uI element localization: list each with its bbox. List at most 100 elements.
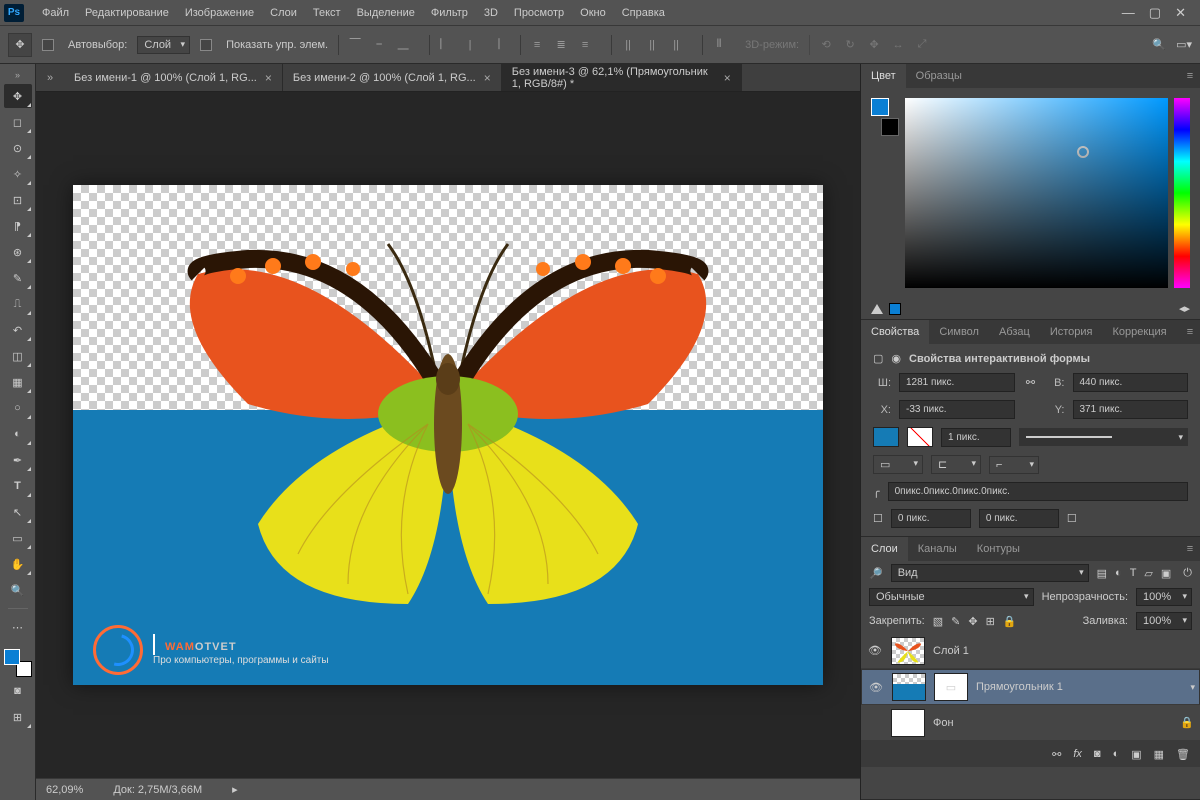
search-icon[interactable]: 🔍 bbox=[1152, 38, 1166, 51]
eraser-tool[interactable]: ◫ bbox=[4, 344, 32, 368]
move-tool[interactable]: ✥ bbox=[4, 84, 32, 108]
dist-bottom-icon[interactable]: ≡ bbox=[575, 35, 595, 55]
layer-mask-thumbnail[interactable]: ▭ bbox=[934, 673, 968, 701]
height-input[interactable]: 440 пикс. bbox=[1073, 373, 1189, 392]
brush-tool[interactable]: ✎ bbox=[4, 266, 32, 290]
autoselect-mode-select[interactable]: Слой bbox=[137, 36, 190, 54]
layer-mask-icon[interactable]: ◙ bbox=[1094, 748, 1101, 760]
rectangle-tool[interactable]: ▭ bbox=[4, 526, 32, 550]
new-layer-icon[interactable]: ▦ bbox=[1154, 748, 1164, 761]
link-wh-icon[interactable]: ⚯ bbox=[1023, 376, 1039, 389]
lasso-tool[interactable]: ⊙ bbox=[4, 136, 32, 160]
opacity-input[interactable]: 100% bbox=[1136, 588, 1192, 606]
status-doc[interactable]: Док: 2,75M/3,66M bbox=[113, 784, 202, 796]
close-tab-icon[interactable]: × bbox=[724, 71, 731, 85]
doc-tab-3[interactable]: Без имени-3 @ 62,1% (Прямоугольник 1, RG… bbox=[502, 64, 742, 91]
corner-link-icon[interactable]: ☐ bbox=[873, 512, 883, 525]
magic-wand-tool[interactable]: ✧ bbox=[4, 162, 32, 186]
panel-menu-icon[interactable]: ≡ bbox=[1180, 64, 1200, 88]
tab-paths[interactable]: Контуры bbox=[967, 537, 1030, 561]
canvas-area[interactable]: WAMOTVET Про компьютеры, программы и сай… bbox=[36, 92, 860, 778]
tab-paragraph[interactable]: Абзац bbox=[989, 320, 1040, 344]
link-layers-icon[interactable]: ⚯ bbox=[1052, 748, 1061, 761]
tab-character[interactable]: Символ bbox=[929, 320, 989, 344]
fill-input[interactable]: 100% bbox=[1136, 612, 1192, 630]
marquee-tool[interactable]: ◻ bbox=[4, 110, 32, 134]
align-vcenter-icon[interactable]: ⎯ bbox=[369, 35, 389, 55]
stroke-swatch[interactable] bbox=[907, 427, 933, 447]
menu-layers[interactable]: Слои bbox=[262, 0, 305, 26]
maximize-icon[interactable]: ▢ bbox=[1149, 5, 1161, 21]
menu-select[interactable]: Выделение bbox=[349, 0, 423, 26]
align-right-icon[interactable]: ⎹ bbox=[484, 35, 504, 55]
align-hcenter-icon[interactable]: | bbox=[460, 35, 480, 55]
layer-thumbnail[interactable] bbox=[891, 709, 925, 737]
filter-pixel-icon[interactable]: ▤ bbox=[1097, 567, 1107, 580]
filter-adjust-icon[interactable]: ◐ bbox=[1115, 567, 1122, 579]
path-select-tool[interactable]: ↖ bbox=[4, 500, 32, 524]
stroke-corners-select[interactable]: ⌐ bbox=[989, 456, 1039, 474]
align-top-icon[interactable]: ⎺ bbox=[345, 35, 365, 55]
menu-text[interactable]: Текст bbox=[305, 0, 349, 26]
canvas[interactable]: WAMOTVET Про компьютеры, программы и сай… bbox=[73, 185, 823, 685]
menu-view[interactable]: Просмотр bbox=[506, 0, 572, 26]
zoom-tool[interactable]: 🔍 bbox=[4, 578, 32, 602]
dist-top-icon[interactable]: ≡ bbox=[527, 35, 547, 55]
auto-align-icon[interactable]: ⫴ bbox=[709, 35, 729, 55]
corner-tr-input[interactable]: 0 пикс. bbox=[979, 509, 1059, 528]
healing-tool[interactable]: ⊛ bbox=[4, 240, 32, 264]
doc-tab-1[interactable]: Без имени-1 @ 100% (Слой 1, RG...× bbox=[64, 64, 283, 91]
crop-tool[interactable]: ⊡ bbox=[4, 188, 32, 212]
lock-all-icon[interactable]: 🔒 bbox=[1003, 615, 1017, 628]
autoselect-checkbox[interactable] bbox=[42, 39, 54, 51]
filter-shape-icon[interactable]: ▱ bbox=[1144, 567, 1152, 580]
tab-swatches[interactable]: Образцы bbox=[906, 64, 972, 88]
color-picker[interactable] bbox=[905, 98, 1168, 288]
layer-fx-icon[interactable]: fx bbox=[1073, 748, 1082, 760]
hue-slider[interactable] bbox=[1174, 98, 1190, 288]
stroke-caps-select[interactable]: ⊏ bbox=[931, 455, 981, 474]
align-bottom-icon[interactable]: ⎽ bbox=[393, 35, 413, 55]
quick-mask-tool[interactable]: ◙ bbox=[4, 679, 32, 703]
visibility-icon[interactable]: 👁 bbox=[868, 681, 884, 694]
hand-tool[interactable]: ✋ bbox=[4, 552, 32, 576]
eyedropper-tool[interactable]: ⁋ bbox=[4, 214, 32, 238]
corner-radius-input[interactable]: 0пикс.0пикс.0пикс.0пикс. bbox=[888, 482, 1188, 501]
menu-image[interactable]: Изображение bbox=[177, 0, 262, 26]
tabs-expand-icon[interactable]: » bbox=[36, 64, 64, 91]
close-tab-icon[interactable]: × bbox=[484, 71, 491, 85]
y-input[interactable]: 371 пикс. bbox=[1073, 400, 1189, 419]
new-group-icon[interactable]: ▣ bbox=[1131, 748, 1141, 761]
layer-thumbnail[interactable] bbox=[892, 673, 926, 701]
layer-filter-search-icon[interactable]: 🔎 bbox=[869, 567, 883, 580]
tab-properties[interactable]: Свойства bbox=[861, 320, 929, 344]
filter-smart-icon[interactable]: ▣ bbox=[1161, 567, 1171, 580]
tab-channels[interactable]: Каналы bbox=[908, 537, 967, 561]
panel-menu-icon[interactable]: ≡ bbox=[1180, 320, 1200, 344]
visibility-icon[interactable]: 👁 bbox=[867, 644, 883, 657]
delete-layer-icon[interactable]: 🗑 bbox=[1176, 748, 1190, 761]
corner-link-icon[interactable]: ☐ bbox=[1067, 512, 1077, 525]
width-input[interactable]: 1281 пикс. bbox=[899, 373, 1015, 392]
dist-right-icon[interactable]: || bbox=[666, 35, 686, 55]
blur-tool[interactable]: ○ bbox=[4, 396, 32, 420]
layer-name[interactable]: Слой 1 bbox=[933, 645, 969, 657]
layer-row[interactable]: 👁 ▭ Прямоугольник 1 bbox=[861, 669, 1200, 705]
layer-row[interactable]: Фон 🔒 bbox=[861, 705, 1200, 741]
menu-file[interactable]: Файл bbox=[34, 0, 77, 26]
adjustment-layer-icon[interactable]: ◐ bbox=[1113, 748, 1120, 760]
color-swatches[interactable] bbox=[4, 649, 32, 677]
blend-mode-select[interactable]: Обычные bbox=[869, 588, 1034, 606]
lock-transparency-icon[interactable]: ▧ bbox=[933, 615, 943, 628]
lock-pixels-icon[interactable]: ✎ bbox=[951, 615, 960, 628]
dist-v-icon[interactable]: ≣ bbox=[551, 35, 571, 55]
tab-color[interactable]: Цвет bbox=[861, 64, 906, 88]
layer-row[interactable]: 👁 Слой 1 bbox=[861, 633, 1200, 669]
close-tab-icon[interactable]: × bbox=[265, 71, 272, 85]
pen-tool[interactable]: ✒ bbox=[4, 448, 32, 472]
stroke-width-input[interactable]: 1 пикс. bbox=[941, 428, 1011, 447]
align-left-icon[interactable]: ⎸ bbox=[436, 35, 456, 55]
doc-tab-2[interactable]: Без имени-2 @ 100% (Слой 1, RG...× bbox=[283, 64, 502, 91]
tab-layers[interactable]: Слои bbox=[861, 537, 908, 561]
lock-artboard-icon[interactable]: ⊞ bbox=[986, 615, 995, 628]
